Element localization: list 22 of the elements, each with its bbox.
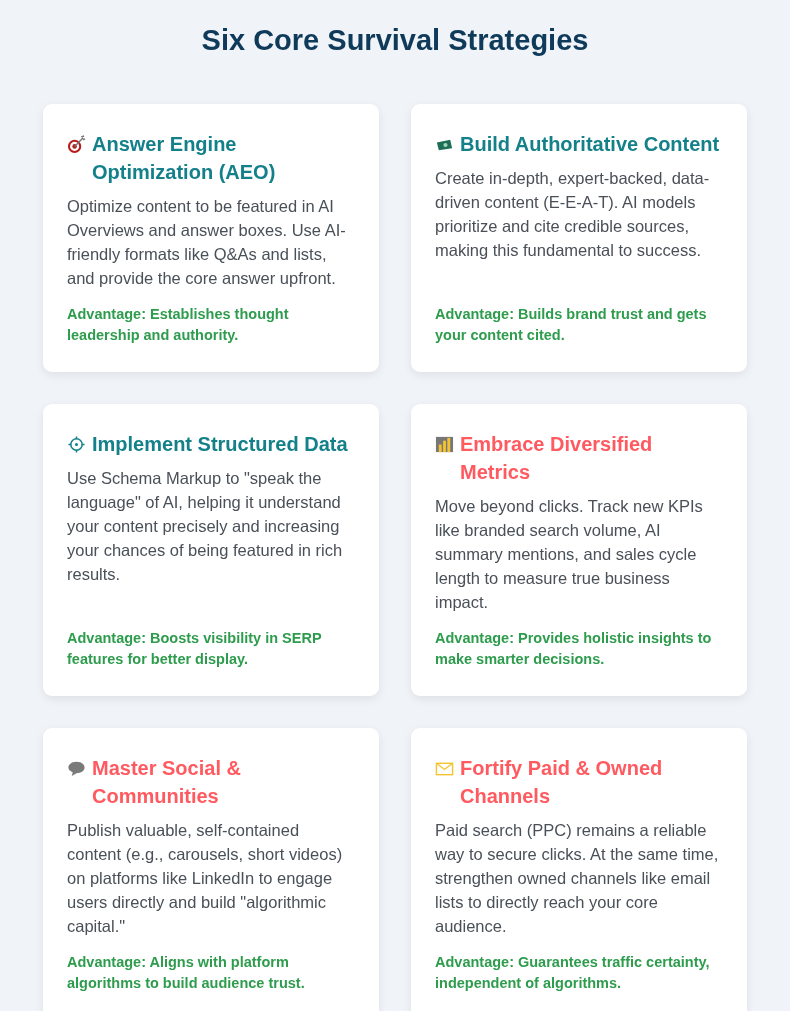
card-description: Create in-depth, expert-backed, data-driven content (E-E-A-T). AI models prioritize and cite credible sources, making this fundamental to success.: [435, 168, 711, 261]
card-title: Embrace Diversified Metrics: [460, 432, 654, 485]
card-title: Implement Structured Data: [92, 432, 348, 457]
card-description: Publish valuable, self-contained content (e.g., carousels, short videos) on platforms like LinkedIn to engage users directly and build "algorithmic capital.": [67, 820, 344, 937]
advantage-text: Advantage: Guarantees traffic certainty, independent of algorithms.: [435, 953, 711, 993]
card-description: Use Schema Markup to "speak the language" of AI, helping it understand your content precisely and increasing your chances of being featured in rich results.: [67, 468, 344, 585]
advantage-text: Advantage: Provides holistic insights to make smarter decisions.: [435, 629, 713, 669]
target-icon: [67, 135, 86, 154]
card-title: Fortify Paid & Owned Channels: [460, 756, 664, 809]
card-title: Build Authoritative Content: [460, 132, 720, 157]
bar-chart-icon: [435, 435, 454, 454]
card-title: Master Social & Communities: [92, 756, 242, 809]
advantage-text: Advantage: Aligns with platform algorithms to build audience trust.: [67, 953, 306, 993]
advantage-text: Advantage: Boosts visibility in SERP features for better display.: [67, 629, 323, 669]
card-description: Optimize content to be featured in AI Overviews and answer boxes. Use AI-friendly formats like Q&As and lists, and provide the core answer upfront.: [67, 196, 347, 289]
advantage-text: Advantage: Establishes thought leadership and authority.: [67, 305, 290, 345]
card-description: Move beyond clicks. Track new KPIs like branded search volume, AI summary mentions, and sales cycle length to measure true business impact.: [435, 496, 704, 613]
advantage-text: Advantage: Builds brand trust and gets your content cited.: [435, 305, 708, 345]
card-description: Paid search (PPC) remains a reliable way to secure clicks. At the same time, strengthen owned channels like email lists to directly reach your core audience.: [435, 820, 720, 937]
page-title: Six Core Survival Strategies: [200, 23, 590, 58]
card-title: Answer Engine Optimization (AEO): [92, 132, 277, 185]
speech-bubble-icon: [67, 759, 86, 778]
